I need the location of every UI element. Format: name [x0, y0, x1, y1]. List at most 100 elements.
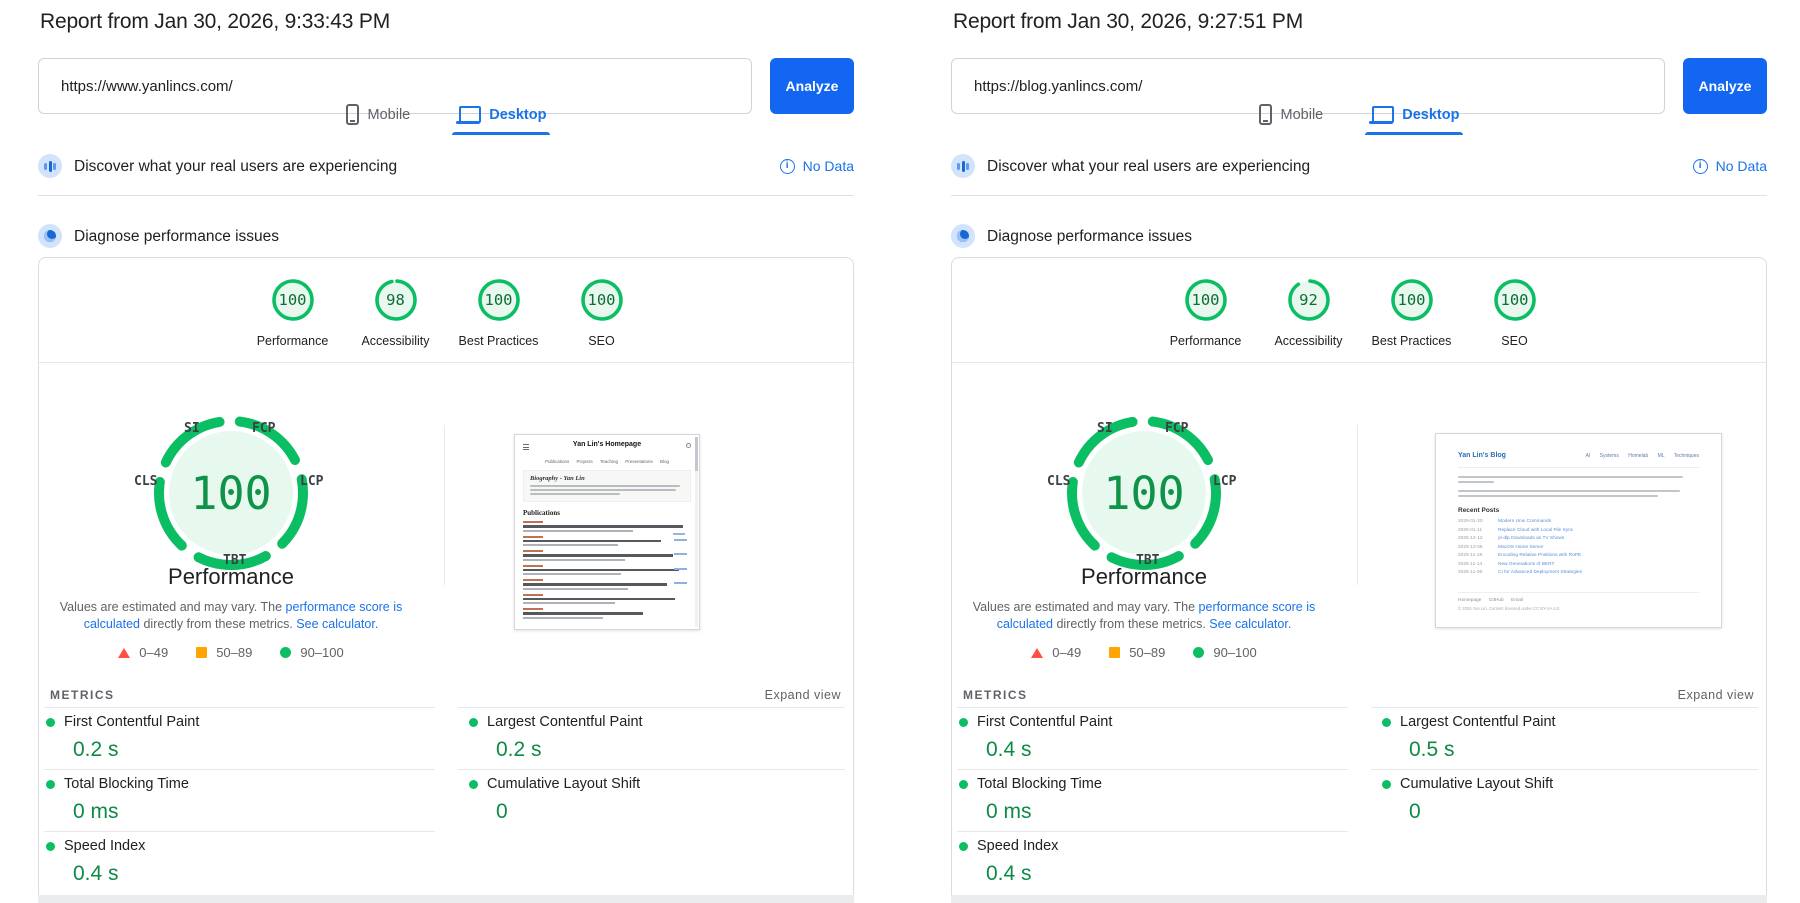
no-data-link[interactable]: i No Data: [1693, 158, 1767, 174]
gauge-category-label: Performance: [51, 564, 411, 590]
post-date: 2025-11-14: [1458, 561, 1488, 570]
device-tabs: Mobile Desktop: [38, 104, 854, 135]
metric-cls: Cumulative Layout Shift 0: [1382, 776, 1553, 824]
divider: [39, 362, 854, 363]
page-screenshot-thumbnail[interactable]: Yan Lin's Homepage Publications Projects…: [514, 434, 700, 630]
score-seo[interactable]: 100 SEO: [558, 278, 646, 348]
thumb-site-title: Yan Lin's Blog: [1458, 452, 1506, 459]
no-data-label: No Data: [803, 158, 854, 174]
divider: [458, 707, 845, 708]
active-tab-underline: [1365, 132, 1463, 135]
diagnose-section-header: Diagnose performance issues: [951, 220, 1767, 250]
score-label: Best Practices: [459, 334, 539, 348]
legend-average-icon: [196, 647, 207, 658]
next-section-edge: [38, 895, 854, 903]
score-label: Best Practices: [1372, 334, 1452, 348]
metric-value: 0.2 s: [496, 738, 643, 762]
no-data-label: No Data: [1716, 158, 1767, 174]
divider: [1371, 769, 1758, 770]
score-best-practices[interactable]: 100 Best Practices: [455, 278, 543, 348]
metric-pass-icon: [46, 842, 55, 851]
metric-value: 0.2 s: [73, 738, 199, 762]
gauge-mark-cls: CLS: [1047, 474, 1070, 489]
divider: [957, 769, 1348, 770]
score-accessibility[interactable]: 98 Accessibility: [352, 278, 440, 348]
post-link: Encoding Relative Positions with RoPE: [1498, 552, 1581, 561]
tab-mobile[interactable]: Mobile: [346, 104, 411, 135]
divider: [44, 769, 435, 770]
legend-pass-icon: [280, 647, 291, 658]
divider: [44, 831, 435, 832]
expand-view-button[interactable]: Expand view: [951, 688, 1754, 702]
score-accessibility[interactable]: 92 Accessibility: [1265, 278, 1353, 348]
divider: [444, 425, 445, 585]
legend-fail-range: 0–49: [1052, 645, 1081, 660]
report-title: Report from Jan 30, 2026, 9:27:51 PM: [953, 10, 1303, 34]
thumb-site-title: Yan Lin's Homepage: [515, 441, 699, 448]
post-link: MacOS Home Server: [1498, 544, 1544, 553]
score-value: 98: [374, 278, 418, 322]
score-label: Accessibility: [361, 334, 429, 348]
crux-section-header: Discover what your real users are experi…: [951, 150, 1767, 196]
expand-view-button[interactable]: Expand view: [38, 688, 841, 702]
legend-fail-range: 0–49: [139, 645, 168, 660]
score-seo[interactable]: 100 SEO: [1471, 278, 1559, 348]
see-calculator-link[interactable]: See calculator.: [296, 617, 378, 631]
legend-pass-range: 90–100: [1213, 645, 1256, 660]
tab-desktop-label: Desktop: [489, 107, 546, 123]
metric-pass-icon: [959, 780, 968, 789]
metric-pass-icon: [469, 718, 478, 727]
report-panel-right: Report from Jan 30, 2026, 9:27:51 PM Ana…: [951, 0, 1767, 903]
score-best-practices[interactable]: 100 Best Practices: [1368, 278, 1456, 348]
thumb-bio-heading: Biography - Yan Lin: [530, 475, 684, 482]
real-users-icon: [38, 154, 62, 178]
report-panel-left: Report from Jan 30, 2026, 9:33:43 PM Ana…: [38, 0, 854, 903]
legend-average-range: 50–89: [216, 645, 252, 660]
metric-pass-icon: [46, 780, 55, 789]
no-data-link[interactable]: i No Data: [780, 158, 854, 174]
metric-tbt: Total Blocking Time 0 ms: [46, 776, 189, 824]
gauge-mark-si: SI: [184, 421, 200, 436]
thumbnail-scrollbar[interactable]: [695, 437, 698, 627]
score-value: 100: [1493, 278, 1537, 322]
tab-desktop[interactable]: Desktop: [1369, 104, 1459, 135]
metric-speed-index: Speed Index 0.4 s: [46, 838, 145, 886]
gauge-mark-si: SI: [1097, 421, 1113, 436]
category-scores-row: 100 Performance 92 Accessibility 100 Bes…: [952, 278, 1767, 348]
diagnose-title: Diagnose performance issues: [74, 228, 279, 246]
post-date: 2026-01-20: [1458, 518, 1488, 527]
gauge-mark-fcp: FCP: [252, 421, 275, 436]
page-screenshot-thumbnail[interactable]: Yan Lin's Blog AI Systems Homelab ML Tec…: [1435, 433, 1722, 628]
tab-desktop[interactable]: Desktop: [456, 104, 546, 135]
thumb-nav: AI Systems Homelab ML Techniques: [1586, 453, 1699, 459]
metric-value: 0: [1409, 800, 1553, 824]
desktop-laptop-icon: [456, 106, 480, 124]
diagnose-title: Diagnose performance issues: [987, 228, 1192, 246]
metric-tbt: Total Blocking Time 0 ms: [959, 776, 1102, 824]
score-performance[interactable]: 100 Performance: [1162, 278, 1250, 348]
real-users-icon: [951, 154, 975, 178]
post-date: 2025-11-18: [1458, 552, 1488, 561]
next-section-edge: [951, 895, 1767, 903]
crux-section-header: Discover what your real users are experi…: [38, 150, 854, 196]
thumb-publications-heading: Publications: [523, 509, 699, 517]
tab-mobile[interactable]: Mobile: [1259, 104, 1324, 135]
mobile-phone-icon: [1259, 104, 1272, 125]
post-link: New Generations of BERT: [1498, 561, 1554, 570]
metric-pass-icon: [959, 842, 968, 851]
legend-average-range: 50–89: [1129, 645, 1165, 660]
diagnose-icon: [38, 224, 62, 248]
post-link: yt-dlp Downloads as TV Shows: [1498, 535, 1564, 544]
divider: [957, 831, 1348, 832]
score-label: Performance: [1170, 334, 1242, 348]
tab-mobile-label: Mobile: [1281, 107, 1324, 123]
metric-lcp: Largest Contentful Paint 0.5 s: [1382, 714, 1556, 762]
legend-average-icon: [1109, 647, 1120, 658]
mobile-phone-icon: [346, 104, 359, 125]
divider: [1371, 707, 1758, 708]
diagnose-section-header: Diagnose performance issues: [38, 220, 854, 250]
metric-value: 0 ms: [73, 800, 189, 824]
score-performance[interactable]: 100 Performance: [249, 278, 337, 348]
see-calculator-link[interactable]: See calculator.: [1209, 617, 1291, 631]
gauge-category-label: Performance: [964, 564, 1324, 590]
